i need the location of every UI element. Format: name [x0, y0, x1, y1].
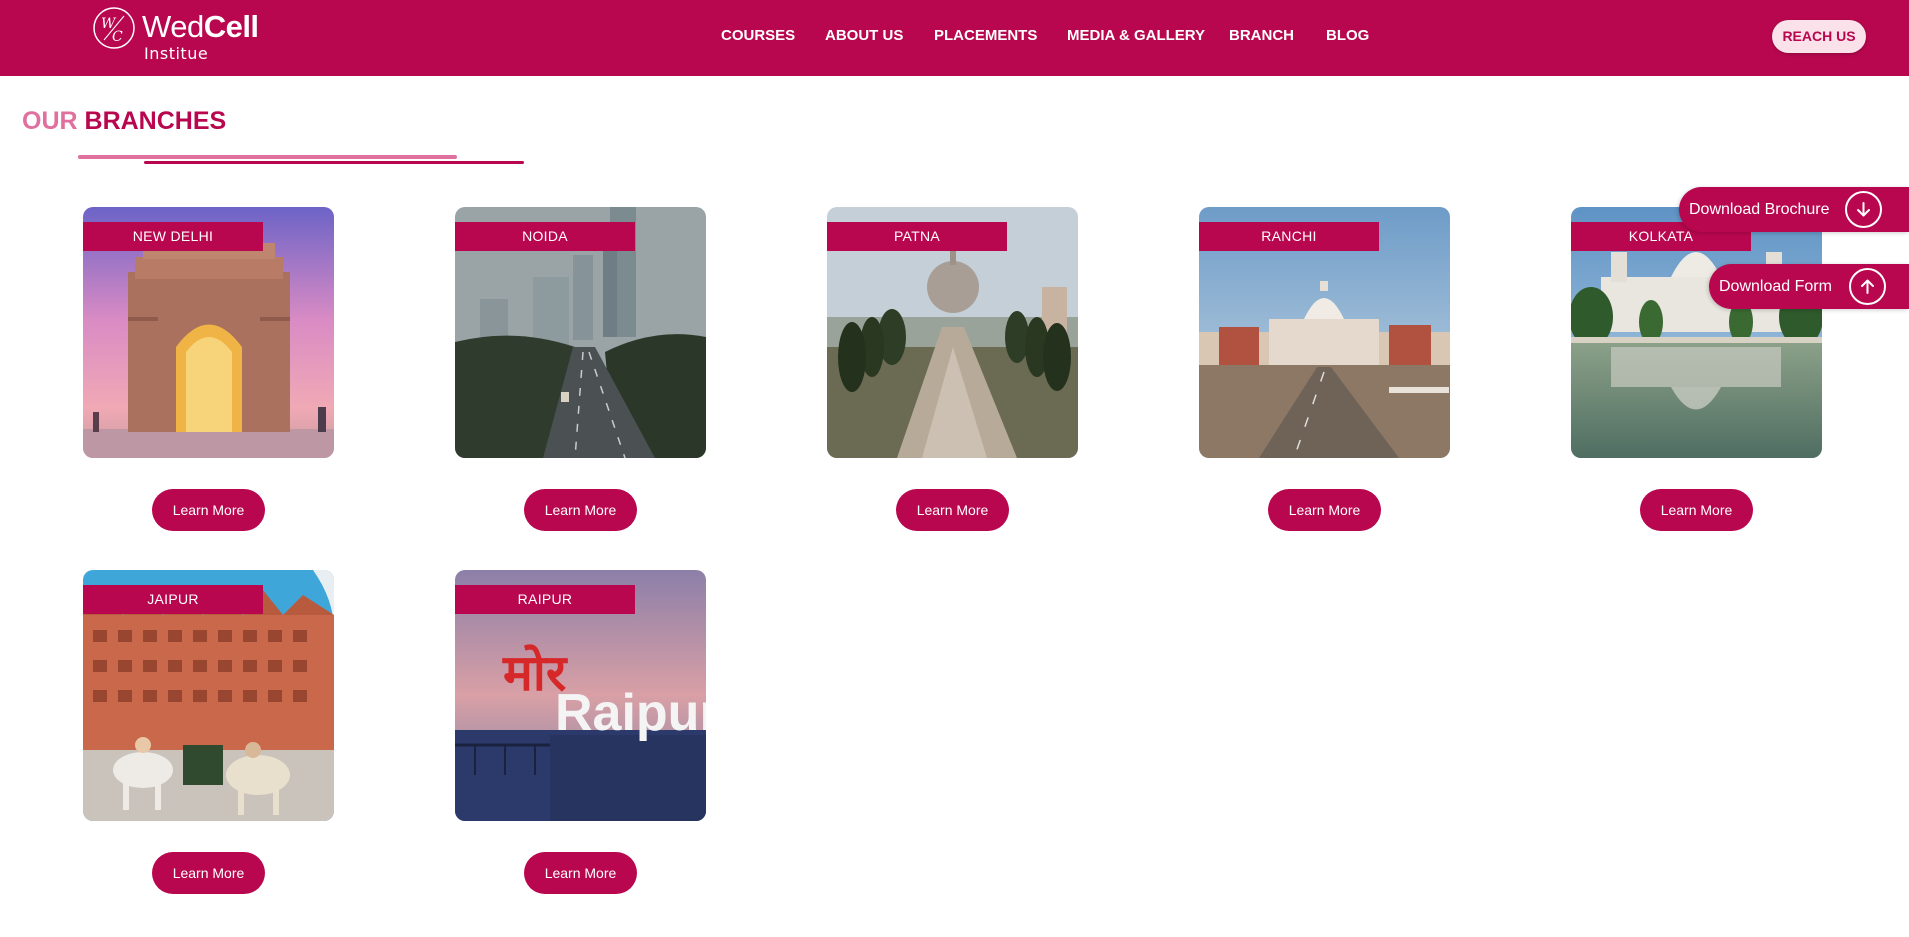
- title-part-our: OUR: [22, 107, 78, 135]
- site-header: W C WedCell Institue COURSES ABOUT US PL…: [0, 0, 1909, 76]
- brand-name: WedCell: [142, 9, 259, 44]
- title-underline-dark: [144, 161, 524, 164]
- raipur-latin-text: Raipur: [555, 684, 706, 742]
- learn-more-button[interactable]: Learn More: [524, 489, 637, 531]
- download-form-label: Download Form: [1719, 278, 1832, 295]
- title-part-branches: BRANCHES: [84, 107, 227, 135]
- learn-more-button[interactable]: Learn More: [1268, 489, 1381, 531]
- learn-more-button[interactable]: Learn More: [524, 852, 637, 894]
- learn-more-button[interactable]: Learn More: [1640, 489, 1753, 531]
- arrow-up-icon: [1849, 268, 1886, 305]
- city-label: PATNA: [827, 222, 1007, 251]
- nav-branch[interactable]: BRANCH: [1229, 26, 1294, 46]
- learn-more-button[interactable]: Learn More: [896, 489, 1009, 531]
- download-form-button[interactable]: Download Form: [1709, 264, 1909, 309]
- download-brochure-button[interactable]: Download Brochure: [1679, 187, 1909, 232]
- svg-text:C: C: [112, 29, 123, 45]
- nav-placements[interactable]: PLACEMENTS: [934, 26, 1037, 46]
- logo-mark-icon: W C: [93, 7, 135, 49]
- nav-blog[interactable]: BLOG: [1326, 26, 1369, 46]
- page-title: OUR BRANCHES: [22, 106, 226, 136]
- learn-more-button[interactable]: Learn More: [152, 489, 265, 531]
- learn-more-button[interactable]: Learn More: [152, 852, 265, 894]
- city-label: NOIDA: [455, 222, 635, 251]
- nav-media-gallery[interactable]: MEDIA & GALLERY: [1067, 26, 1205, 46]
- city-label: RANCHI: [1199, 222, 1379, 251]
- arrow-down-icon: [1845, 191, 1882, 228]
- title-underline-light: [78, 155, 457, 159]
- brand-subtitle: Institue: [144, 44, 209, 63]
- reach-us-button[interactable]: REACH US: [1772, 20, 1866, 53]
- nav-about-us[interactable]: ABOUT US: [825, 26, 903, 46]
- download-brochure-label: Download Brochure: [1689, 201, 1830, 218]
- city-label: RAIPUR: [455, 585, 635, 614]
- city-label: NEW DELHI: [83, 222, 263, 251]
- nav-courses[interactable]: COURSES: [721, 26, 795, 46]
- brand-logo[interactable]: W C WedCell Institue: [92, 6, 272, 66]
- city-label: JAIPUR: [83, 585, 263, 614]
